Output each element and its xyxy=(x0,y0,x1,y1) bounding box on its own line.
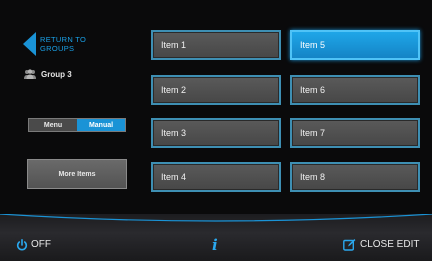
item-8-button[interactable]: Item 8 xyxy=(290,162,420,192)
item-5-button[interactable]: Item 5 xyxy=(290,30,420,60)
return-to-groups-label: RETURN TO GROUPS xyxy=(40,35,87,53)
item-3-button[interactable]: Item 3 xyxy=(151,118,281,148)
close-edit-button[interactable]: CLOSE EDIT xyxy=(343,238,419,251)
people-icon xyxy=(23,69,37,79)
item-4-button[interactable]: Item 4 xyxy=(151,162,281,192)
group-label: Group 3 xyxy=(41,69,72,79)
return-to-groups-button[interactable]: RETURN TO GROUPS xyxy=(23,31,118,57)
power-icon xyxy=(16,238,28,251)
item-6-button[interactable]: Item 6 xyxy=(290,75,420,105)
info-icon[interactable]: i xyxy=(212,236,218,254)
close-edit-label: CLOSE EDIT xyxy=(360,239,420,250)
mode-toggle: Menu Manual xyxy=(28,118,126,132)
edit-icon xyxy=(343,238,356,251)
mode-toggle-menu[interactable]: Menu xyxy=(29,119,77,131)
screen: RETURN TO GROUPS Group 3 Menu Manual Mor… xyxy=(0,0,432,261)
mode-toggle-manual[interactable]: Manual xyxy=(77,119,125,131)
item-7-button[interactable]: Item 7 xyxy=(290,118,420,148)
bottom-bar: OFF i CLOSE EDIT xyxy=(0,214,432,261)
item-2-button[interactable]: Item 2 xyxy=(151,75,281,105)
more-items-button[interactable]: More Items xyxy=(27,159,127,189)
power-off-label: OFF xyxy=(31,238,51,250)
bottom-bar-curve xyxy=(0,214,432,222)
back-arrow-icon xyxy=(23,32,36,56)
item-1-button[interactable]: Item 1 xyxy=(151,30,281,60)
power-off-button[interactable]: OFF xyxy=(16,238,51,251)
group-indicator: Group 3 xyxy=(23,69,72,79)
